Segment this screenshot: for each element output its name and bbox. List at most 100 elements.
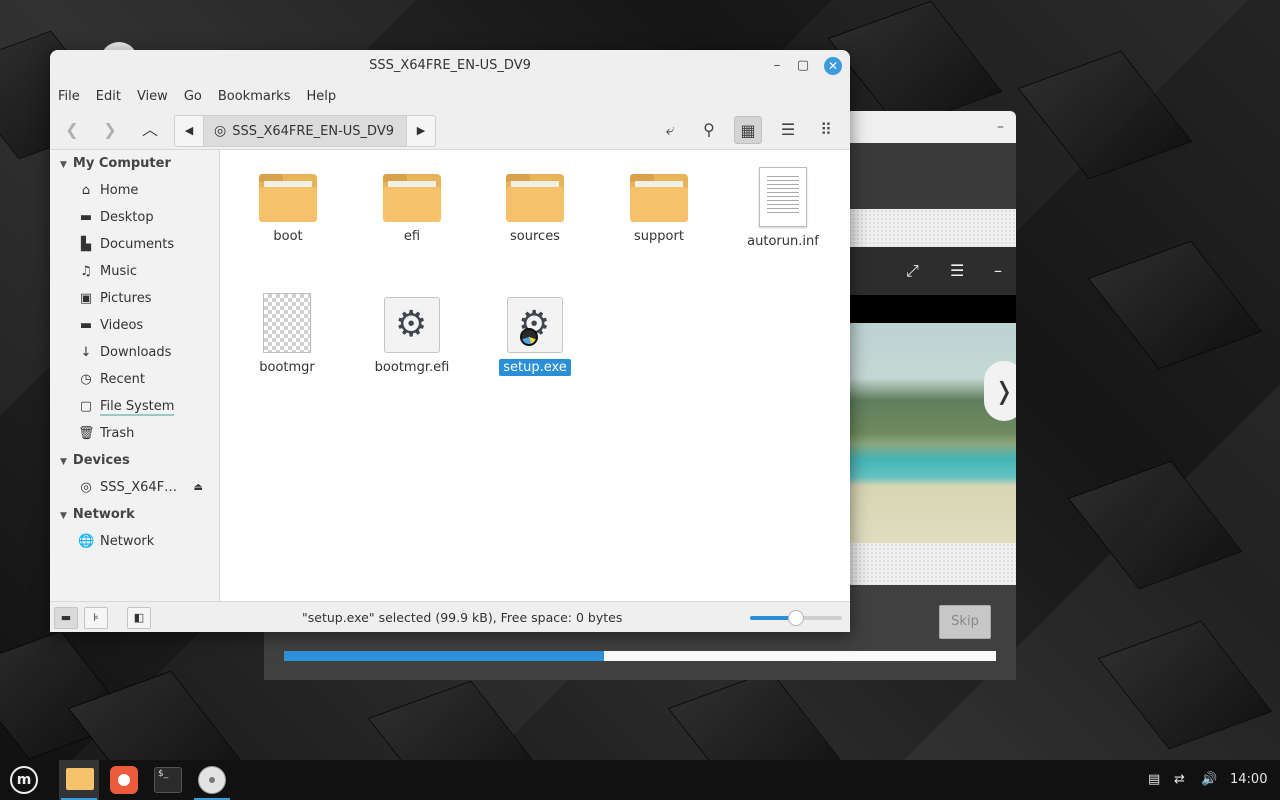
disc-icon bbox=[198, 766, 226, 794]
linux-mint-logo-icon: m bbox=[10, 766, 38, 794]
desktop-icon: ▬ bbox=[79, 210, 93, 225]
show-places-button[interactable]: ▬ bbox=[54, 607, 78, 629]
show-treeview-button[interactable]: ⊧ bbox=[84, 607, 108, 629]
sidebar-item-trash[interactable]: 🗑 Trash bbox=[50, 420, 219, 447]
folder-icon bbox=[259, 174, 317, 222]
file-name: sources bbox=[510, 229, 560, 244]
sidebar-item-label: Pictures bbox=[100, 291, 152, 306]
file-name: efi bbox=[403, 229, 421, 244]
sidebar-item-label: Recent bbox=[100, 372, 145, 387]
sidebar-item-music[interactable]: ♫ Music bbox=[50, 258, 219, 285]
icon-view-icon[interactable]: ▦ bbox=[734, 116, 762, 144]
sidebar-item-network[interactable]: 🌐 Network bbox=[50, 528, 219, 555]
fullscreen-icon[interactable]: ⤢ bbox=[906, 261, 919, 281]
file-name: autorun.inf bbox=[747, 234, 819, 249]
sidebar-item-videos[interactable]: ▬ Videos bbox=[50, 312, 219, 339]
menu-bar: File Edit View Go Bookmarks Help bbox=[50, 82, 850, 110]
file-item-boot[interactable]: boot bbox=[233, 174, 343, 245]
breadcrumb-item[interactable]: ◎ SSS_X64FRE_EN-US_DV9 bbox=[203, 116, 407, 146]
list-view-icon[interactable]: ☰ bbox=[774, 116, 802, 144]
menu-button[interactable]: m bbox=[2, 760, 42, 800]
file-name: support bbox=[634, 229, 684, 244]
sidebar-item-documents[interactable]: ▙ Documents bbox=[50, 231, 219, 258]
sidebar-section-devices[interactable]: ▼ Devices bbox=[50, 447, 219, 474]
file-item-efi[interactable]: efi bbox=[357, 174, 467, 245]
file-name: setup.exe bbox=[499, 359, 571, 376]
compact-view-icon[interactable]: ⠿ bbox=[812, 116, 840, 144]
taskbar-installer[interactable] bbox=[192, 760, 232, 800]
firefox-icon bbox=[110, 766, 138, 794]
terminal-icon: $_ bbox=[154, 767, 182, 793]
sidebar-section-network[interactable]: ▼ Network bbox=[50, 501, 219, 528]
sidebar-item-label: Music bbox=[100, 264, 137, 279]
taskbar-firefox[interactable] bbox=[103, 760, 143, 800]
file-item-setup-exe[interactable]: ⚙ setup.exe bbox=[480, 297, 590, 376]
install-progress-fill bbox=[284, 651, 605, 661]
taskbar: m $_ ▤ ⇄ 🔊 14:00 bbox=[0, 760, 1280, 800]
path-right-icon[interactable]: ▶ bbox=[407, 116, 435, 146]
folder-icon bbox=[506, 174, 564, 222]
recent-icon: ◷ bbox=[80, 372, 92, 387]
taskbar-file-manager[interactable] bbox=[59, 760, 99, 800]
file-item-bootmgr[interactable]: bootmgr bbox=[232, 293, 342, 376]
folder-icon bbox=[66, 768, 94, 790]
menu-file[interactable]: File bbox=[58, 89, 80, 104]
window-titlebar[interactable]: SSS_X64FRE_EN-US_DV9 – ▢ ✕ bbox=[50, 50, 850, 82]
sidebar-item-recent[interactable]: ◷ Recent bbox=[50, 366, 219, 393]
back-arrow-icon[interactable]: ❮ bbox=[58, 116, 86, 144]
zoom-slider[interactable] bbox=[750, 610, 842, 626]
menu-icon[interactable]: ☰ bbox=[950, 261, 964, 280]
sidebar-item-label: Videos bbox=[100, 318, 144, 333]
menu-go[interactable]: Go bbox=[184, 89, 202, 104]
eject-icon[interactable]: ⏏ bbox=[194, 474, 203, 501]
toggle-location-entry-icon[interactable]: ⤶ bbox=[656, 116, 684, 144]
zoom-slider-handle[interactable] bbox=[788, 610, 804, 626]
clock[interactable]: 14:00 bbox=[1230, 760, 1267, 800]
network-disconnected-icon[interactable]: ⇄ bbox=[1174, 760, 1185, 800]
menu-help[interactable]: Help bbox=[306, 89, 336, 104]
sidebar-item-device[interactable]: ◎ SSS_X64F… ⏏ bbox=[50, 474, 219, 501]
minimize-icon[interactable]: – bbox=[766, 50, 788, 82]
sidebar-section-my-computer[interactable]: ▼ My Computer bbox=[50, 150, 219, 177]
install-progress-bar bbox=[284, 651, 996, 661]
disc-icon bbox=[520, 328, 538, 346]
search-icon[interactable]: ⚲ bbox=[695, 116, 723, 144]
notes-icon[interactable]: ▤ bbox=[1148, 760, 1160, 800]
folder-icon bbox=[630, 174, 688, 222]
sidebar-item-file-system[interactable]: ▢ File System bbox=[50, 393, 219, 420]
minimize-icon[interactable]: – bbox=[994, 261, 1002, 280]
volume-icon[interactable]: 🔊 bbox=[1201, 760, 1217, 800]
sidebar-item-home[interactable]: ⌂ Home bbox=[50, 177, 219, 204]
file-item-bootmgr-efi[interactable]: ⚙ bootmgr.efi bbox=[357, 297, 467, 376]
menu-edit[interactable]: Edit bbox=[96, 89, 121, 104]
file-name: boot bbox=[273, 229, 303, 244]
maximize-icon[interactable]: ▢ bbox=[792, 50, 814, 82]
close-icon[interactable]: ✕ bbox=[824, 57, 842, 75]
file-manager-window[interactable]: SSS_X64FRE_EN-US_DV9 – ▢ ✕ File Edit Vie… bbox=[50, 50, 850, 632]
file-item-support[interactable]: support bbox=[604, 174, 714, 245]
skip-button[interactable]: Skip bbox=[939, 605, 991, 639]
sidebar-section-label: Network bbox=[72, 507, 135, 522]
downloads-icon: ↓ bbox=[80, 345, 92, 360]
window-title: SSS_X64FRE_EN-US_DV9 bbox=[369, 58, 531, 73]
hide-sidebar-button[interactable]: ◧ bbox=[127, 607, 151, 629]
slideshow-image bbox=[850, 323, 1016, 543]
up-arrow-icon[interactable]: ︿ bbox=[136, 116, 164, 144]
sidebar-item-pictures[interactable]: ▣ Pictures bbox=[50, 285, 219, 312]
menu-view[interactable]: View bbox=[137, 89, 168, 104]
next-slide-button[interactable]: ❭ bbox=[984, 361, 1016, 421]
file-item-sources[interactable]: sources bbox=[480, 174, 590, 245]
sidebar-item-downloads[interactable]: ↓ Downloads bbox=[50, 339, 219, 366]
file-view[interactable]: boot efi sources support autorun.inf boo… bbox=[221, 150, 850, 601]
documents-icon: ▙ bbox=[81, 237, 91, 252]
toolbar: ❮ ❯ ︿ ◀ ◎ SSS_X64FRE_EN-US_DV9 ▶ ⤶ ⚲ ▦ ☰… bbox=[50, 110, 850, 150]
forward-arrow-icon[interactable]: ❯ bbox=[96, 116, 124, 144]
file-name: bootmgr bbox=[259, 360, 315, 375]
file-item-autorun[interactable]: autorun.inf bbox=[728, 167, 838, 250]
sidebar-item-desktop[interactable]: ▬ Desktop bbox=[50, 204, 219, 231]
taskbar-terminal[interactable]: $_ bbox=[148, 760, 188, 800]
menu-bookmarks[interactable]: Bookmarks bbox=[218, 89, 291, 104]
minimize-icon[interactable]: – bbox=[997, 119, 1004, 135]
sidebar-item-label: Documents bbox=[100, 237, 175, 252]
path-left-icon[interactable]: ◀ bbox=[175, 116, 203, 146]
